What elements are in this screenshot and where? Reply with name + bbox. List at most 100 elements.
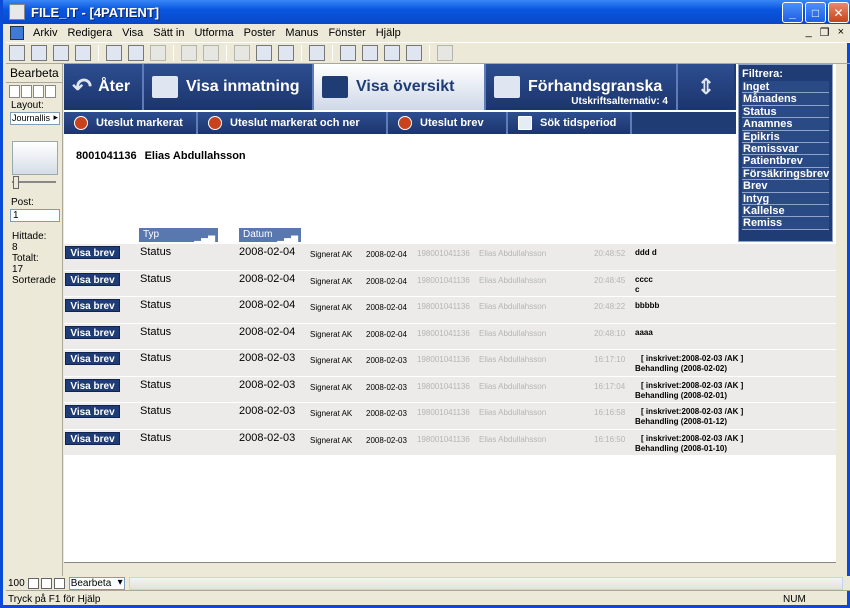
browse-mode-icon[interactable] xyxy=(9,85,20,98)
zoom-out-icon[interactable] xyxy=(27,577,39,589)
table-row[interactable]: Visa brev Status 2008-02-04 Signerat AK … xyxy=(64,323,836,350)
new-record-icon[interactable] xyxy=(234,45,250,61)
omit-icon[interactable] xyxy=(384,45,400,61)
layout-mode-icon[interactable] xyxy=(33,85,44,98)
row-date: 2008-02-03 xyxy=(239,352,296,364)
toolbar xyxy=(6,42,850,64)
filter-patientbrev[interactable]: Patientbrev xyxy=(742,155,829,168)
show-letter-button[interactable]: Visa brev xyxy=(65,378,120,392)
filter-anamnes[interactable]: Anamnes xyxy=(742,118,829,131)
find-icon[interactable] xyxy=(340,45,356,61)
table-row[interactable]: Visa brev Status 2008-02-04 Signerat AK … xyxy=(64,270,836,297)
show-omitted-icon[interactable] xyxy=(406,45,422,61)
duplicate-record-icon[interactable] xyxy=(256,45,272,61)
close-button[interactable]: ✕ xyxy=(828,2,849,23)
show-letter-button[interactable]: Visa brev xyxy=(65,405,120,418)
filter-inget[interactable]: Inget xyxy=(742,81,829,94)
row-note: cccc c xyxy=(635,274,653,294)
show-overview-button[interactable]: Visa översikt xyxy=(314,64,486,110)
status-area-toggle-icon[interactable] xyxy=(53,577,65,589)
spellcheck-icon[interactable] xyxy=(75,45,91,61)
menu-arkiv[interactable]: Arkiv xyxy=(28,27,62,39)
show-letter-button[interactable]: Visa brev xyxy=(65,299,120,312)
column-header-type[interactable]: Typ ▁▃▅ xyxy=(139,228,218,242)
row-patient-name: Elias Abdullahsson xyxy=(479,408,547,417)
new-icon[interactable] xyxy=(9,45,25,61)
exclude-letter-button[interactable]: Uteslut brev xyxy=(388,112,508,134)
document-icon[interactable] xyxy=(10,26,24,40)
checkbox-icon[interactable] xyxy=(31,45,47,61)
column-header-date[interactable]: Datum ▁▃▅ xyxy=(239,228,301,242)
total-value: 17 xyxy=(12,264,24,275)
show-input-button[interactable]: Visa inmatning xyxy=(144,64,314,110)
filter-manadens[interactable]: Månadens xyxy=(742,93,829,106)
find-all-icon[interactable] xyxy=(362,45,378,61)
table-row[interactable]: Visa brev Status 2008-02-03 Signerat AK … xyxy=(64,403,836,430)
show-letter-button[interactable]: Visa brev xyxy=(65,325,120,339)
search-period-button[interactable]: Sök tidsperiod xyxy=(508,112,632,134)
zoom-in-icon[interactable] xyxy=(40,577,52,589)
row-signed: Signerat AK xyxy=(310,382,353,392)
record-slider[interactable] xyxy=(12,176,56,189)
undo-icon[interactable] xyxy=(181,45,197,61)
post-label: Post: xyxy=(11,197,34,208)
minimize-button[interactable]: _ xyxy=(782,2,803,23)
cut-icon[interactable] xyxy=(106,45,122,61)
menu-manus[interactable]: Manus xyxy=(280,27,323,39)
menu-satt-in[interactable]: Sätt in xyxy=(148,27,189,39)
menu-poster[interactable]: Poster xyxy=(239,27,281,39)
title-bar[interactable]: FILE_IT - [4PATIENT] _ □ ✕ xyxy=(3,0,850,24)
print-icon[interactable] xyxy=(53,45,69,61)
filter-remissvar[interactable]: Remissvar xyxy=(742,142,829,156)
find-mode-icon[interactable] xyxy=(21,85,32,98)
menu-hjalp[interactable]: Hjälp xyxy=(371,27,406,39)
sort-icon[interactable] xyxy=(309,45,325,61)
row-patient-name: Elias Abdullahsson xyxy=(479,434,547,444)
layout-select[interactable]: Journallis xyxy=(10,112,60,125)
menu-visa[interactable]: Visa xyxy=(117,27,148,39)
filter-remiss[interactable]: Remiss xyxy=(742,217,829,230)
mdi-close-button[interactable]: × xyxy=(838,26,844,39)
exclude-marked-button[interactable]: Uteslut markerat xyxy=(64,112,198,134)
show-letter-button[interactable]: Visa brev xyxy=(65,272,120,286)
menu-redigera[interactable]: Redigera xyxy=(62,27,117,39)
filter-brev[interactable]: Brev xyxy=(742,180,829,193)
paste-icon[interactable] xyxy=(150,45,166,61)
mode-select[interactable]: Bearbeta xyxy=(68,576,125,590)
maximize-button[interactable]: □ xyxy=(805,2,826,23)
delete-record-icon[interactable] xyxy=(278,45,294,61)
table-row[interactable]: Visa brev Status 2008-02-03 Signerat AK … xyxy=(64,350,836,377)
row-patient-name: Elias Abdullahsson xyxy=(479,249,547,258)
help-icon[interactable] xyxy=(437,45,453,61)
redo-icon[interactable] xyxy=(203,45,219,61)
horizontal-scrollbar[interactable] xyxy=(128,576,843,590)
menu-fonster[interactable]: Fönster xyxy=(323,27,370,39)
table-row[interactable]: Visa brev Status 2008-02-03 Signerat AK … xyxy=(64,429,836,456)
zoom-level[interactable]: 100 xyxy=(6,578,27,589)
back-button[interactable]: ↶ Åter xyxy=(64,64,144,110)
sort-arrows-button[interactable]: ⇕ xyxy=(678,64,734,110)
filter-forsakringsbrev[interactable]: Försäkringsbrev xyxy=(742,167,829,181)
filter-epikris[interactable]: Epikris xyxy=(742,130,829,143)
show-letter-button[interactable]: Visa brev xyxy=(65,431,120,445)
row-note: bbbbb xyxy=(635,301,660,310)
record-book-icon[interactable] xyxy=(12,141,58,175)
row-signed: Signerat AK xyxy=(310,303,353,312)
show-letter-button[interactable]: Visa brev xyxy=(65,246,120,259)
filter-status[interactable]: Status xyxy=(742,105,829,119)
table-row[interactable]: Visa brev Status 2008-02-03 Signerat AK … xyxy=(64,376,836,403)
show-letter-button[interactable]: Visa brev xyxy=(65,352,120,365)
table-row[interactable]: Visa brev Status 2008-02-04 Signerat AK … xyxy=(64,297,836,324)
post-input[interactable]: 1 xyxy=(10,209,60,222)
preview-mode-icon[interactable] xyxy=(45,85,56,98)
exclude-marked-down-button[interactable]: Uteslut markerat och ner xyxy=(198,112,388,134)
filter-kallelse[interactable]: Kallelse xyxy=(742,204,829,218)
mdi-minimize-button[interactable]: _ xyxy=(806,26,812,39)
mdi-restore-button[interactable]: ❐ xyxy=(820,26,830,39)
copy-icon[interactable] xyxy=(128,45,144,61)
table-row[interactable]: Visa brev Status 2008-02-04 Signerat AK … xyxy=(64,244,836,271)
row-type: Status xyxy=(140,431,172,444)
filter-intyg[interactable]: Intyg xyxy=(742,192,829,205)
menu-utforma[interactable]: Utforma xyxy=(189,27,238,39)
preview-button[interactable]: Förhandsgranska Utskriftsalternativ: 4 xyxy=(486,64,678,110)
